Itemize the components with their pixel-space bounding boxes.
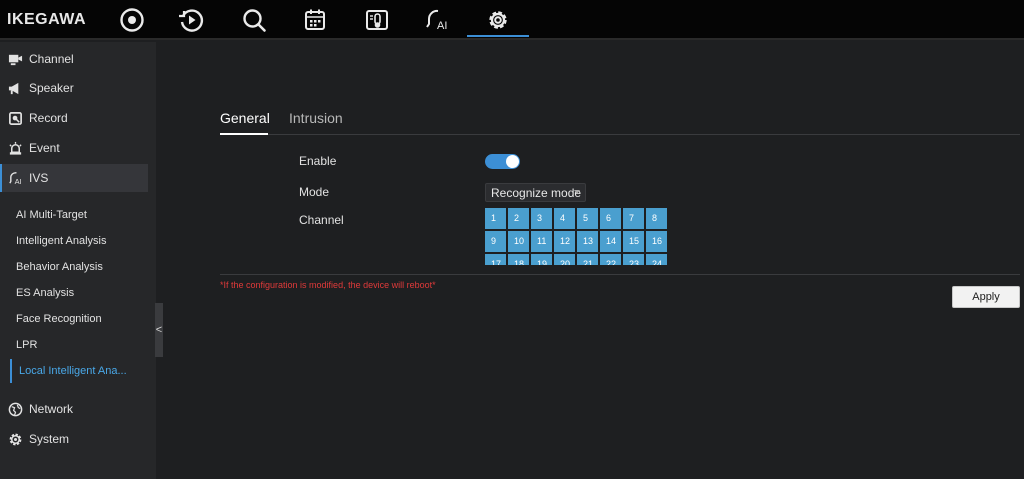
sidebar-item-label: System bbox=[29, 432, 70, 446]
channel-grid: 1 2 3 4 5 6 7 8 9 10 11 12 13 14 15 16 17 18 19 20 21 22 23 24 bbox=[485, 208, 671, 265]
channel-cell[interactable]: 18 bbox=[508, 254, 529, 265]
channel-cell[interactable]: 23 bbox=[623, 254, 644, 265]
sidebar-item-network[interactable]: Network bbox=[0, 395, 148, 423]
channel-cell[interactable]: 16 bbox=[646, 231, 667, 252]
alarm-icon bbox=[7, 140, 23, 156]
enable-label: Enable bbox=[299, 154, 337, 168]
channel-cell[interactable]: 15 bbox=[623, 231, 644, 252]
channel-cell[interactable]: 19 bbox=[531, 254, 552, 265]
channel-cell[interactable]: 24 bbox=[646, 254, 667, 265]
mode-select-value: Recognize mode bbox=[491, 185, 582, 200]
ivs-subitem-face-recognition[interactable]: Face Recognition bbox=[0, 307, 148, 331]
sidebar-item-label: Network bbox=[29, 402, 74, 416]
channel-cell[interactable]: 12 bbox=[554, 231, 575, 252]
channel-cell[interactable]: 4 bbox=[554, 208, 575, 229]
globe-icon bbox=[7, 401, 23, 417]
sidebar-item-label: Event bbox=[29, 141, 60, 155]
mode-label: Mode bbox=[299, 185, 330, 199]
channel-cell[interactable]: 9 bbox=[485, 231, 506, 252]
toggle-knob bbox=[506, 155, 519, 168]
tab-bar: General Intrusion bbox=[220, 108, 1020, 135]
channel-cell[interactable]: 21 bbox=[577, 254, 598, 265]
channel-cell[interactable]: 6 bbox=[600, 208, 621, 229]
sidebar-item-record[interactable]: Record bbox=[0, 104, 148, 132]
main-content: General Intrusion Enable Mode Recognize … bbox=[163, 42, 1024, 479]
ivs-subitem-es-analysis[interactable]: ES Analysis bbox=[0, 281, 148, 305]
ivs-subitem-behavior-analysis[interactable]: Behavior Analysis bbox=[0, 255, 148, 279]
mode-select[interactable]: Recognize mode bbox=[485, 183, 586, 202]
sidebar-item-speaker[interactable]: Speaker bbox=[0, 74, 148, 102]
tab-general[interactable]: General bbox=[220, 110, 270, 126]
sidebar-item-event[interactable]: Event bbox=[0, 134, 148, 162]
brand-logo: IKEGAWA bbox=[7, 11, 87, 28]
camera-icon bbox=[7, 51, 23, 67]
channel-cell[interactable]: 17 bbox=[485, 254, 506, 265]
active-tab-indicator bbox=[220, 133, 268, 135]
sidebar-item-label: Record bbox=[29, 111, 68, 125]
channel-cell[interactable]: 5 bbox=[577, 208, 598, 229]
sidebar-item-label: IVS bbox=[29, 171, 49, 185]
channel-cell[interactable]: 2 bbox=[508, 208, 529, 229]
live-view-icon[interactable] bbox=[117, 5, 147, 35]
record-icon bbox=[7, 110, 23, 126]
channel-label: Channel bbox=[299, 213, 344, 227]
active-nav-indicator bbox=[467, 35, 529, 37]
temperature-icon[interactable] bbox=[362, 5, 392, 35]
sidebar-item-label: Channel bbox=[29, 52, 74, 66]
sidebar-item-system[interactable]: System bbox=[0, 425, 148, 453]
speaker-icon bbox=[7, 80, 23, 96]
sidebar-item-ivs[interactable]: AI IVS bbox=[0, 164, 148, 192]
channel-cell[interactable]: 1 bbox=[485, 208, 506, 229]
chevron-down-icon bbox=[574, 190, 580, 194]
gear-icon bbox=[7, 431, 23, 447]
settings-gear-icon[interactable] bbox=[483, 5, 513, 35]
ivs-subitem-local-intelligent-analysis[interactable]: Local Intelligent Ana... bbox=[10, 359, 148, 383]
ivs-subitem-lpr[interactable]: LPR bbox=[0, 333, 148, 357]
reboot-warning: *If the configuration is modified, the d… bbox=[220, 280, 436, 290]
search-icon[interactable] bbox=[239, 5, 269, 35]
enable-toggle[interactable] bbox=[485, 154, 520, 169]
ivs-subitem-ai-multi-target[interactable]: AI Multi-Target bbox=[0, 203, 148, 227]
sidebar-collapse-toggle[interactable]: < bbox=[155, 303, 163, 357]
channel-cell[interactable]: 13 bbox=[577, 231, 598, 252]
sidebar: Channel Speaker Record Event AI IVS AI M… bbox=[0, 42, 156, 479]
apply-button[interactable]: Apply bbox=[952, 286, 1020, 308]
channel-cell[interactable]: 20 bbox=[554, 254, 575, 265]
top-nav-bar: IKEGAWA AI bbox=[0, 0, 1024, 40]
ai-icon[interactable]: AI bbox=[422, 5, 452, 35]
sidebar-item-label: Speaker bbox=[29, 81, 74, 95]
ai-icon: AI bbox=[7, 170, 23, 186]
tab-intrusion[interactable]: Intrusion bbox=[289, 110, 343, 126]
svg-text:AI: AI bbox=[14, 177, 21, 186]
channel-cell[interactable]: 22 bbox=[600, 254, 621, 265]
channel-cell[interactable]: 7 bbox=[623, 208, 644, 229]
calendar-icon[interactable] bbox=[300, 5, 330, 35]
svg-text:AI: AI bbox=[437, 20, 447, 32]
sidebar-item-channel[interactable]: Channel bbox=[0, 45, 148, 73]
channel-cell[interactable]: 8 bbox=[646, 208, 667, 229]
ivs-subitem-intelligent-analysis[interactable]: Intelligent Analysis bbox=[0, 229, 148, 253]
channel-cell[interactable]: 3 bbox=[531, 208, 552, 229]
playback-icon[interactable] bbox=[176, 5, 206, 35]
channel-cell[interactable]: 14 bbox=[600, 231, 621, 252]
form-divider bbox=[220, 274, 1020, 275]
channel-cell[interactable]: 11 bbox=[531, 231, 552, 252]
app-window: IKEGAWA AI Channel Speaker Record Event … bbox=[0, 0, 1024, 479]
channel-cell[interactable]: 10 bbox=[508, 231, 529, 252]
